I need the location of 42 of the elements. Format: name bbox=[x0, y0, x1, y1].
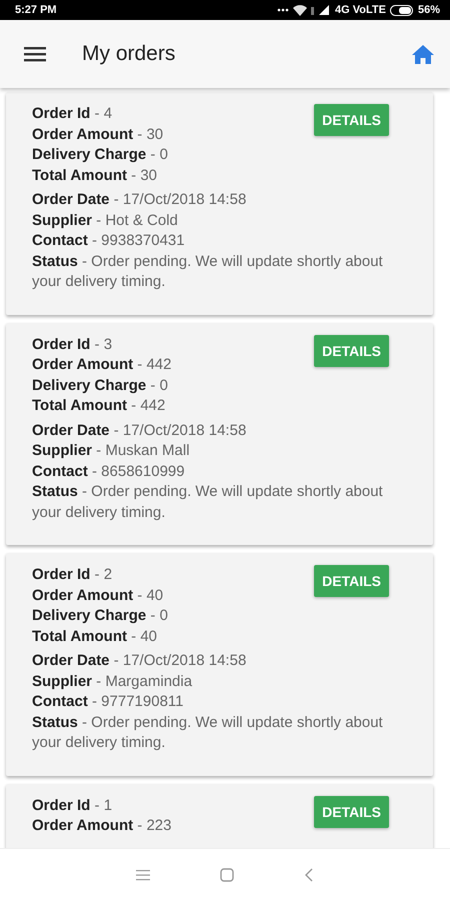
order-field: Order Date - 17/Oct/2018 14:58 bbox=[32, 651, 413, 672]
network-label: 4G VoLTE bbox=[335, 2, 386, 18]
back-icon[interactable] bbox=[304, 868, 314, 882]
order-field: Total Amount - 442 bbox=[32, 396, 172, 416]
order-field: Order Amount - 40 bbox=[32, 586, 168, 606]
order-field: Supplier - Margamindia bbox=[32, 672, 413, 692]
order-field: Supplier - Muskan Mall bbox=[32, 441, 413, 462]
order-field: Order Id - 1 bbox=[32, 796, 172, 816]
order-field: Order Amount - 30 bbox=[32, 124, 168, 145]
details-button[interactable]: DETAILS bbox=[314, 334, 389, 366]
signal-icon bbox=[311, 5, 332, 15]
battery-icon bbox=[390, 4, 414, 16]
home-square-icon[interactable] bbox=[220, 868, 234, 882]
order-field: Delivery Charge - 0 bbox=[32, 606, 168, 626]
order-field: Delivery Charge - 0 bbox=[32, 376, 172, 396]
page-title: My orders bbox=[82, 41, 176, 68]
order-field: Order Id - 2 bbox=[32, 565, 168, 586]
order-field: Order Date - 17/Oct/2018 14:58 bbox=[32, 190, 413, 210]
order-field: Contact - 9938370431 bbox=[32, 231, 413, 252]
menu-icon[interactable] bbox=[24, 46, 46, 62]
details-button[interactable]: DETAILS bbox=[314, 104, 389, 136]
order-field: Contact - 9777190811 bbox=[32, 692, 413, 712]
order-field: Total Amount - 30 bbox=[32, 166, 168, 186]
details-button[interactable]: DETAILS bbox=[314, 565, 389, 597]
order-field: Status - Order pending. We will update shortly about your delivery timing. bbox=[32, 482, 413, 523]
details-button[interactable]: DETAILS bbox=[314, 796, 389, 828]
order-field: Contact - 8658610999 bbox=[32, 462, 413, 482]
home-icon[interactable] bbox=[412, 44, 434, 64]
order-field: Order Amount - 442 bbox=[32, 355, 172, 376]
wifi-icon bbox=[293, 4, 308, 16]
battery-percent: 56% bbox=[418, 2, 440, 18]
order-field: Order Id - 3 bbox=[32, 334, 172, 355]
order-field: Total Amount - 40 bbox=[32, 626, 168, 647]
status-time: 5:27 PM bbox=[15, 2, 57, 18]
order-field: Supplier - Hot & Cold bbox=[32, 210, 413, 231]
order-field: Order Amount - 223 bbox=[32, 816, 172, 836]
order-field: Delivery Charge - 0 bbox=[32, 145, 168, 166]
more-dots-icon bbox=[277, 8, 290, 12]
order-field: Status - Order pending. We will update shortly about your delivery timing. bbox=[32, 252, 413, 292]
order-field: Order Date - 17/Oct/2018 14:58 bbox=[32, 420, 413, 441]
order-field: Order Id - 4 bbox=[32, 104, 168, 124]
order-field: Status - Order pending. We will update shortly about your delivery timing. bbox=[32, 712, 413, 754]
